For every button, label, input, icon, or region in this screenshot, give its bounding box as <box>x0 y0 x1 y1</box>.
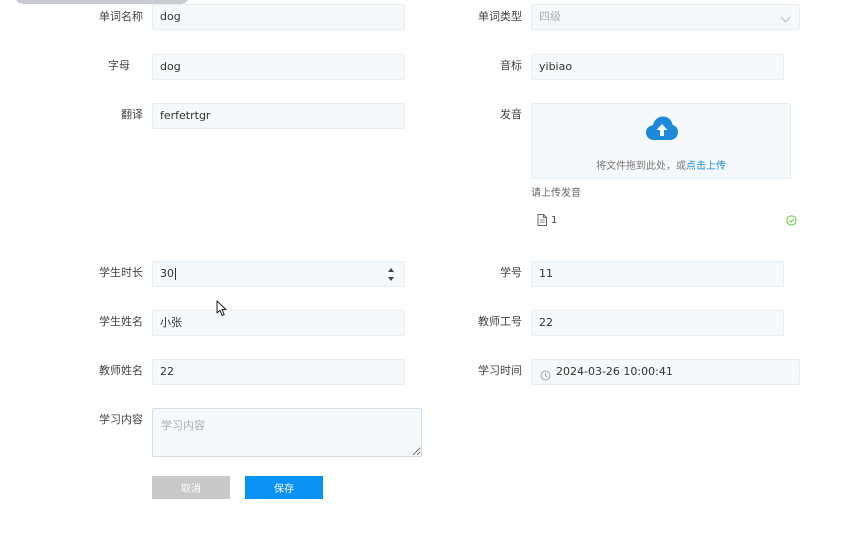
stepper-down-icon[interactable] <box>388 277 394 281</box>
cloud-upload-icon <box>646 116 678 145</box>
phonetic-input[interactable]: yibiao <box>531 54 784 80</box>
student-name-label: 学生姓名 <box>99 315 143 328</box>
teacher-name-label: 教师姓名 <box>99 364 143 377</box>
word-type-value: 四级 <box>539 10 561 23</box>
study-time-value: 2024-03-26 10:00:41 <box>556 365 673 378</box>
phonetic-label: 音标 <box>500 59 522 72</box>
upload-dropzone[interactable]: 将文件拖到此处，或点击上传 <box>531 103 791 179</box>
cancel-button[interactable]: 取消 <box>152 476 230 499</box>
upload-hint: 将文件拖到此处，或点击上传 <box>532 157 790 172</box>
pronunciation-label: 发音 <box>500 108 522 121</box>
word-name-label: 单词名称 <box>99 10 143 23</box>
study-time-picker[interactable]: 2024-03-26 10:00:41 <box>531 359 800 385</box>
word-name-input[interactable]: dog <box>152 4 405 30</box>
study-content-label: 学习内容 <box>99 413 143 426</box>
save-button[interactable]: 保存 <box>245 476 323 499</box>
teacher-id-input[interactable]: 22 <box>531 310 784 336</box>
mouse-cursor-icon <box>216 300 227 320</box>
uploaded-file-name: 1 <box>551 215 558 226</box>
letters-input[interactable]: dog <box>152 54 405 80</box>
translation-label: 翻译 <box>121 108 143 121</box>
text-caret <box>175 268 176 280</box>
click-upload-link[interactable]: 点击上传 <box>686 161 726 172</box>
study-duration-value: 30 <box>160 267 174 280</box>
student-id-label: 学号 <box>500 266 522 279</box>
document-icon <box>537 214 547 229</box>
letters-label: 字母 <box>108 59 130 72</box>
student-id-input[interactable]: 11 <box>531 261 784 287</box>
chevron-down-icon <box>780 12 791 23</box>
student-name-input[interactable]: 小张 <box>152 310 405 336</box>
upload-tip: 请上传发音 <box>531 188 581 199</box>
stepper-up-icon[interactable] <box>388 268 394 272</box>
word-type-select[interactable]: 四级 <box>531 4 800 30</box>
clock-icon <box>540 366 551 390</box>
study-duration-input[interactable]: 30 <box>152 261 405 287</box>
uploaded-file-item[interactable]: 1 <box>537 214 799 230</box>
check-circle-icon <box>786 215 797 229</box>
teacher-id-label: 教师工号 <box>478 315 522 328</box>
study-content-textarea[interactable] <box>152 408 422 457</box>
upload-hint-text: 将文件拖到此处，或 <box>596 161 686 172</box>
number-stepper[interactable] <box>388 266 396 283</box>
study-time-label: 学习时间 <box>478 364 522 377</box>
translation-input[interactable]: ferfetrtgr <box>152 103 405 129</box>
study-duration-label: 学生时长 <box>99 266 143 279</box>
teacher-name-input[interactable]: 22 <box>152 359 405 385</box>
word-type-label: 单词类型 <box>478 10 522 23</box>
